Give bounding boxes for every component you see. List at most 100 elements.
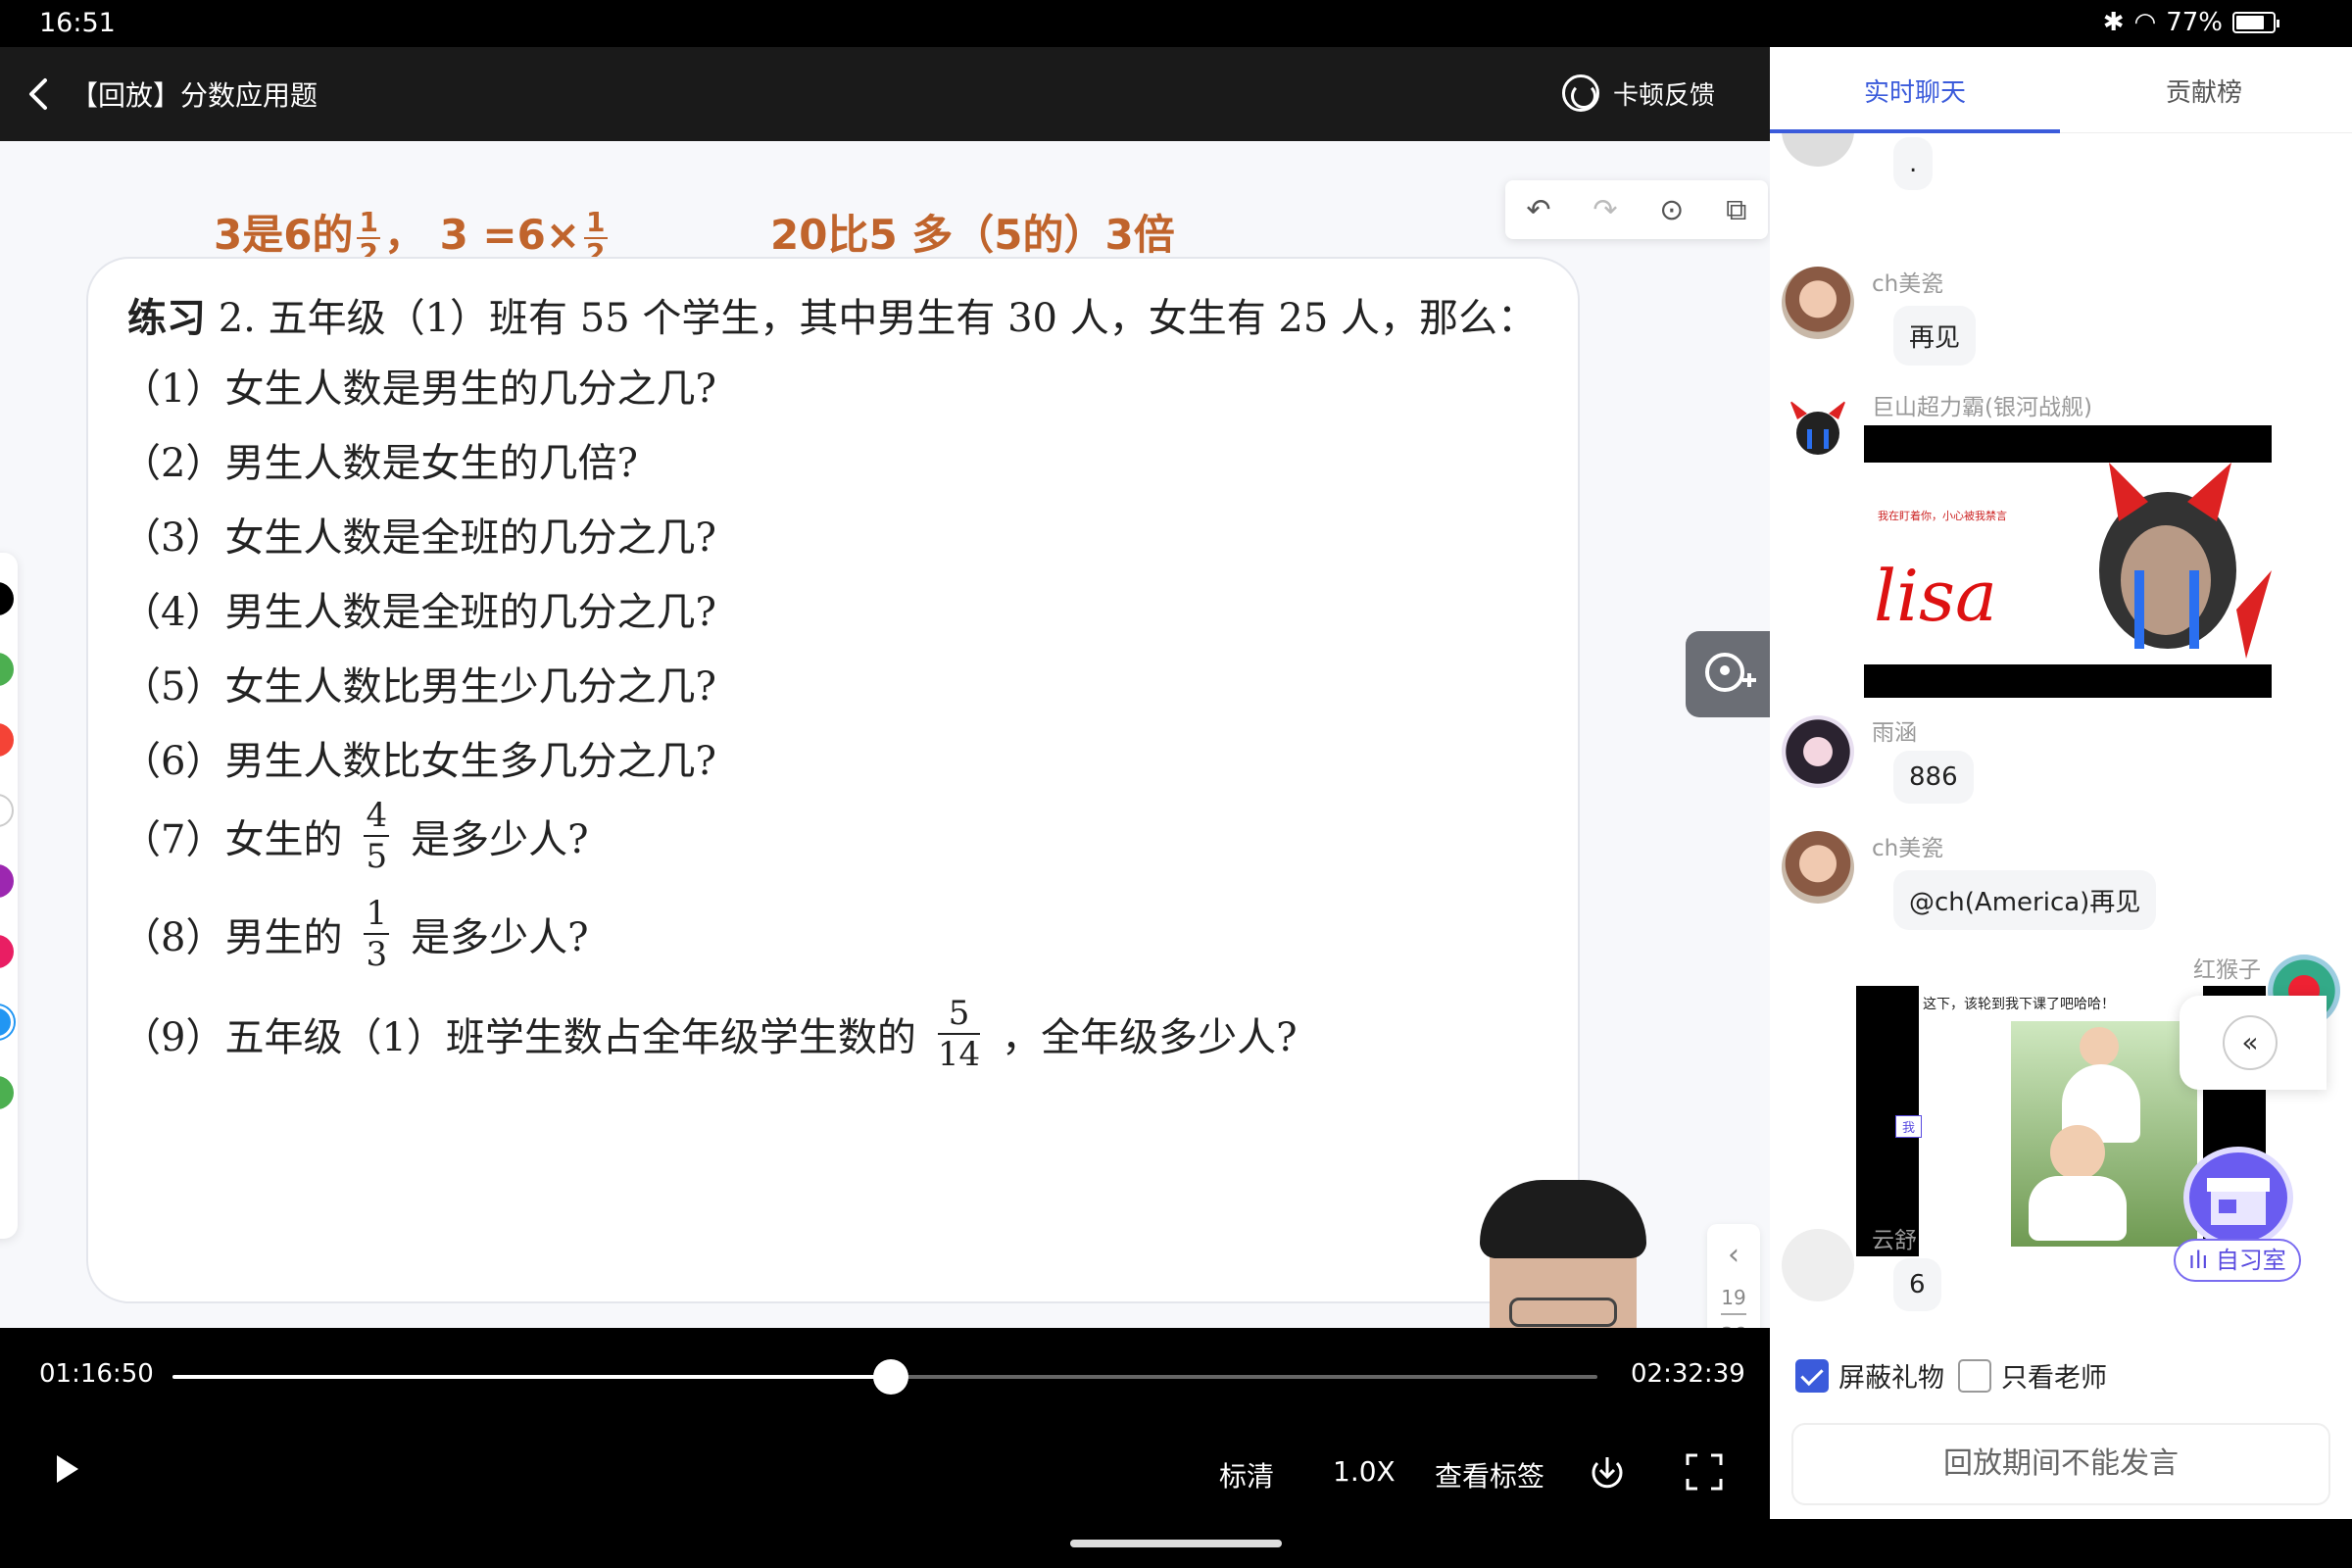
- screenshot-icon: [1705, 653, 1756, 692]
- chat-bubble: 再见: [1893, 306, 1977, 366]
- question-2: （2）男生人数是女生的几倍?: [122, 441, 638, 486]
- question-5: （5）女生人数比男生少几分之几?: [122, 664, 716, 710]
- color-red[interactable]: [0, 723, 14, 757]
- chat-tabs: 实时聊天 贡献榜: [1770, 47, 2352, 133]
- study-room-text: 自习室: [2215, 1247, 2286, 1274]
- color-blue-selected[interactable]: [0, 1005, 14, 1039]
- fraction-num: 1: [357, 205, 380, 239]
- q8-text-a: （8）男生的: [122, 915, 343, 960]
- bluetooth-icon: ✱: [2102, 8, 2125, 37]
- question-8: （8）男生的 13 是多少人?: [122, 894, 589, 974]
- video-title: 【回放】分数应用题: [71, 79, 318, 112]
- status-icons: ✱ ◠ 77%: [2102, 8, 2279, 37]
- teacher-camera: [1441, 1180, 1666, 1328]
- checkbox-box[interactable]: [1795, 1358, 1829, 1393]
- tab-live-chat[interactable]: 实时聊天: [1864, 73, 1966, 109]
- chat-username: 红猴子: [2193, 957, 2261, 983]
- copy-icon[interactable]: ⧉: [1726, 193, 1746, 227]
- total-time: 02:32:39: [1631, 1359, 1745, 1389]
- undo-icon[interactable]: ↶: [1526, 193, 1550, 227]
- teacher-glasses: [1509, 1298, 1617, 1327]
- block-gifts-label: 屏蔽礼物: [1838, 1363, 1944, 1394]
- lag-feedback-button[interactable]: 卡顿反馈: [1561, 74, 1715, 112]
- whiteboard-toolbar: ↶ ↷ ⊙ ⧉: [1505, 180, 1768, 239]
- wifi-icon: ◠: [2133, 8, 2157, 37]
- battery-fill: [2236, 16, 2264, 29]
- store-icon: [2183, 1147, 2293, 1249]
- color-pink[interactable]: [0, 935, 14, 968]
- color-black[interactable]: [0, 582, 14, 615]
- question-4: （4）男生人数是全班的几分之几?: [122, 590, 716, 635]
- color-green-2[interactable]: [0, 1076, 14, 1109]
- avatar: [1782, 715, 1854, 788]
- collapse-chat-button[interactable]: «: [2180, 996, 2327, 1090]
- formula-left-text-b: ，: [383, 211, 425, 259]
- shop-front-icon: [2207, 1178, 2270, 1225]
- block-gifts-checkbox[interactable]: 屏蔽礼物: [1795, 1356, 1944, 1395]
- question-6: （6）男生人数比女生多几分之几?: [122, 739, 716, 784]
- formula-right: 20比5 多（5的）3倍: [770, 211, 1175, 259]
- tab-contribution[interactable]: 贡献榜: [2166, 73, 2242, 109]
- study-room-button[interactable]: ılı 自习室: [2174, 1147, 2301, 1284]
- formula-left-text-a: 3是6的: [214, 211, 354, 259]
- avatar: [1782, 267, 1854, 339]
- home-indicator: [1070, 1540, 1282, 1547]
- chat-image-message[interactable]: 我在盯着你，小心被我禁言 lisa: [1864, 425, 2272, 698]
- image-tag: 我: [1895, 1115, 1923, 1138]
- image-content: 这下，该轮到我下课了吧哈哈！ 我: [1895, 986, 2203, 1256]
- download-icon[interactable]: [1588, 1451, 1627, 1491]
- q8-text-b: 是多少人?: [411, 915, 589, 960]
- image-content: 我在盯着你，小心被我禁言 lisa: [1864, 463, 2272, 664]
- seek-bar[interactable]: [172, 1359, 1597, 1395]
- chevron-left-icon[interactable]: ‹: [1707, 1224, 1760, 1272]
- formula-left-text-c: 3 =6×: [439, 211, 581, 259]
- fullscreen-icon[interactable]: [1684, 1451, 1725, 1493]
- feedback-label: 卡顿反馈: [1612, 80, 1715, 111]
- speed-button[interactable]: 1.0X: [1333, 1455, 1396, 1488]
- image-art-text: lisa: [1874, 555, 1997, 637]
- video-player[interactable]: 【回放】分数应用题 卡顿反馈 3是6的 1 2， 3 =6× 1 2 20比5 多（5的…: [0, 47, 1770, 1328]
- color-green[interactable]: [0, 653, 14, 686]
- color-palette: [0, 553, 18, 1239]
- chat-bubble: 6: [1893, 1258, 1941, 1311]
- image-caption: 我在盯着你，小心被我禁言: [1878, 510, 2007, 522]
- color-white[interactable]: [0, 794, 14, 827]
- current-time: 01:16:50: [39, 1359, 154, 1389]
- teacher-only-checkbox[interactable]: 只看老师: [1958, 1356, 2107, 1395]
- chat-bubble: .: [1893, 137, 1934, 190]
- q7-fraction: 45: [364, 796, 390, 876]
- seek-bar-played: [172, 1375, 891, 1379]
- back-arrow-icon[interactable]: [20, 74, 59, 114]
- quality-button[interactable]: 标清: [1219, 1455, 1274, 1494]
- fraction-num: 1: [364, 894, 390, 935]
- lecture-slide: 3是6的 1 2， 3 =6× 1 2 20比5 多（5的）3倍 ↶ ↷ ⊙ ⧉ 练习 …: [0, 141, 1770, 1328]
- exercise-card: 练习 2. 五年级（1）班有 55 个学生，其中男生有 30 人，女生有 25 …: [86, 257, 1580, 1303]
- more-icon[interactable]: ⊙: [1659, 193, 1684, 227]
- slide-pager[interactable]: ‹ 19 36: [1707, 1224, 1760, 1328]
- page-current: 19: [1721, 1286, 1746, 1309]
- page-divider: [1721, 1313, 1746, 1315]
- chat-bottom-bar: 屏蔽礼物 只看老师 回放期间不能发言: [1770, 1339, 2352, 1519]
- bookmarks-button[interactable]: 查看标签: [1435, 1455, 1544, 1494]
- chat-username: 云舒: [1872, 1228, 1917, 1253]
- exercise-text: 2. 五年级（1）班有 55 个学生，其中男生有 30 人，女生有 25 人，那…: [206, 296, 1538, 341]
- teacher-only-label: 只看老师: [2001, 1363, 2107, 1394]
- child-face-2: [2080, 1027, 2119, 1066]
- q7-text-b: 是多少人?: [411, 817, 589, 862]
- fraction-num: 5: [937, 994, 981, 1035]
- battery-icon: [2232, 12, 2279, 33]
- devil-avatar-icon: [1789, 400, 1846, 455]
- redo-icon[interactable]: ↷: [1592, 193, 1617, 227]
- checkbox-box[interactable]: [1958, 1358, 1991, 1393]
- fraction-den: 5: [366, 837, 388, 876]
- color-purple[interactable]: [0, 864, 14, 898]
- seek-thumb[interactable]: [872, 1359, 908, 1395]
- q8-fraction: 13: [364, 894, 390, 974]
- screenshot-button[interactable]: [1686, 631, 1770, 717]
- battery-percent: 77%: [2166, 8, 2223, 37]
- q9-text-b: ，全年级多少人?: [1002, 1015, 1298, 1060]
- fraction-den: 14: [937, 1035, 981, 1074]
- question-1: （1）女生人数是男生的几分之几?: [122, 367, 716, 412]
- play-icon[interactable]: [57, 1455, 78, 1483]
- chat-panel: 实时聊天 贡献榜 . ch美瓷 再见 巨山超力霸(银河战舰) 我在盯着你，小心被…: [1770, 47, 2352, 1519]
